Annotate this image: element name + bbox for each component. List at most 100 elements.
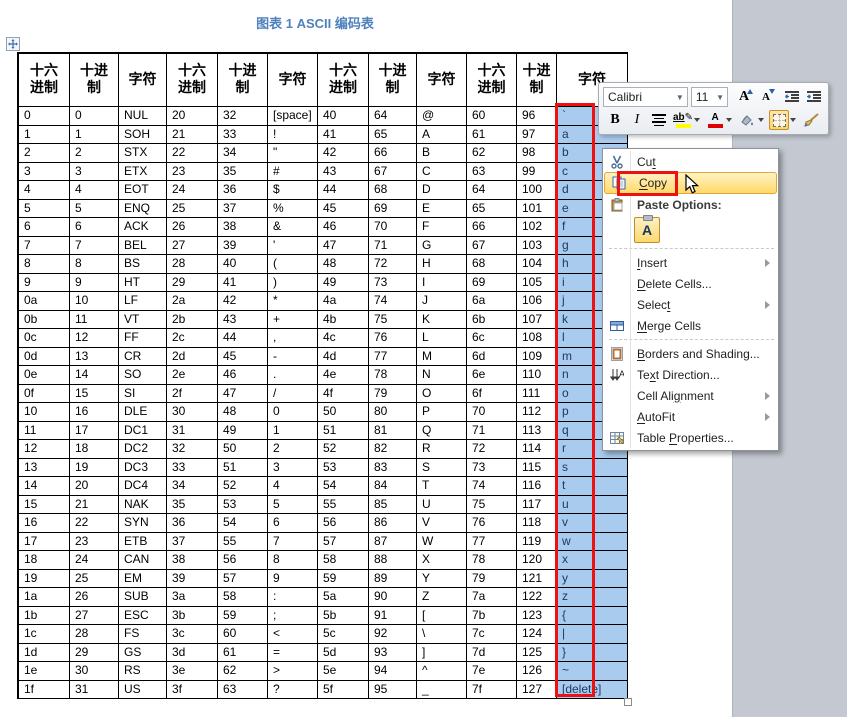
table-cell[interactable]: 76 xyxy=(467,514,517,533)
table-cell[interactable]: 58 xyxy=(218,588,268,607)
menu-item-select[interactable]: Select xyxy=(603,294,778,315)
table-cell[interactable]: 43 xyxy=(318,162,369,181)
table-cell[interactable]: 24 xyxy=(70,551,119,570)
table-cell[interactable]: * xyxy=(268,292,318,311)
table-cell[interactable]: 2f xyxy=(167,384,218,403)
table-cell[interactable]: 105 xyxy=(517,273,557,292)
table-cell[interactable]: 5 xyxy=(268,495,318,514)
table-cell[interactable]: 8 xyxy=(19,255,70,274)
menu-item-borders-and-shading[interactable]: Borders and Shading... xyxy=(603,343,778,364)
table-cell[interactable]: 12 xyxy=(70,329,119,348)
center-align-button[interactable] xyxy=(649,110,669,130)
table-cell[interactable]: 5a xyxy=(318,588,369,607)
table-cell[interactable]: 7c xyxy=(467,625,517,644)
table-cell[interactable]: 57 xyxy=(318,532,369,551)
table-cell[interactable]: Y xyxy=(417,569,467,588)
menu-item-cut[interactable]: Cut xyxy=(603,151,778,172)
table-cell[interactable]: 3 xyxy=(268,458,318,477)
table-cell[interactable]: 90 xyxy=(369,588,417,607)
table-cell[interactable]: 37 xyxy=(218,199,268,218)
table-cell[interactable]: J xyxy=(417,292,467,311)
table-cell[interactable]: 3a xyxy=(167,588,218,607)
table-cell[interactable]: 55 xyxy=(318,495,369,514)
table-resize-handle[interactable] xyxy=(624,698,632,706)
table-cell[interactable]: 96 xyxy=(517,107,557,126)
table-cell[interactable]: t xyxy=(557,477,628,496)
table-cell[interactable]: 36 xyxy=(167,514,218,533)
table-cell[interactable]: 74 xyxy=(467,477,517,496)
table-cell[interactable]: K xyxy=(417,310,467,329)
table-cell[interactable]: L xyxy=(417,329,467,348)
table-cell[interactable]: M xyxy=(417,347,467,366)
menu-item-autofit[interactable]: AutoFit xyxy=(603,406,778,427)
table-cell[interactable]: % xyxy=(268,199,318,218)
table-cell[interactable]: 98 xyxy=(517,144,557,163)
table-cell[interactable]: NAK xyxy=(119,495,167,514)
table-cell[interactable]: 36 xyxy=(218,181,268,200)
table-cell[interactable]: < xyxy=(268,625,318,644)
table-cell[interactable]: 6 xyxy=(70,218,119,237)
table-cell[interactable]: [delete] xyxy=(557,680,628,699)
table-cell[interactable]: 63 xyxy=(218,680,268,699)
table-cell[interactable]: 43 xyxy=(218,310,268,329)
table-header-cell[interactable]: 十进制 xyxy=(517,54,557,107)
table-cell[interactable]: 125 xyxy=(517,643,557,662)
table-cell[interactable]: ETX xyxy=(119,162,167,181)
table-cell[interactable]: 4 xyxy=(70,181,119,200)
table-cell[interactable]: # xyxy=(268,162,318,181)
table-cell[interactable]: 17 xyxy=(19,532,70,551)
table-header-cell[interactable]: 十进制 xyxy=(369,54,417,107)
table-cell[interactable]: 100 xyxy=(517,181,557,200)
table-cell[interactable]: G xyxy=(417,236,467,255)
table-cell[interactable]: 0e xyxy=(19,366,70,385)
table-cell[interactable]: 65 xyxy=(467,199,517,218)
table-cell[interactable]: A xyxy=(417,125,467,144)
table-cell[interactable]: DC4 xyxy=(119,477,167,496)
table-cell[interactable]: , xyxy=(268,329,318,348)
table-cell[interactable]: z xyxy=(557,588,628,607)
table-cell[interactable]: NUL xyxy=(119,107,167,126)
table-cell[interactable]: ( xyxy=(268,255,318,274)
table-cell[interactable]: 57 xyxy=(218,569,268,588)
table-cell[interactable]: 39 xyxy=(167,569,218,588)
table-cell[interactable]: 73 xyxy=(369,273,417,292)
table-cell[interactable]: 97 xyxy=(517,125,557,144)
table-cell[interactable]: FF xyxy=(119,329,167,348)
table-cell[interactable]: 14 xyxy=(19,477,70,496)
table-cell[interactable]: X xyxy=(417,551,467,570)
table-cell[interactable]: 6e xyxy=(467,366,517,385)
table-cell[interactable]: 65 xyxy=(369,125,417,144)
table-cell[interactable]: 0f xyxy=(19,384,70,403)
table-cell[interactable]: 40 xyxy=(218,255,268,274)
table-cell[interactable]: 34 xyxy=(218,144,268,163)
table-cell[interactable]: 0a xyxy=(19,292,70,311)
table-cell[interactable]: 34 xyxy=(167,477,218,496)
table-cell[interactable]: 99 xyxy=(517,162,557,181)
table-cell[interactable]: P xyxy=(417,403,467,422)
table-cell[interactable]: 64 xyxy=(467,181,517,200)
table-cell[interactable]: 14 xyxy=(70,366,119,385)
table-cell[interactable]: 59 xyxy=(218,606,268,625)
table-header-cell[interactable]: 十六 进制 xyxy=(167,54,218,107)
table-cell[interactable]: 4 xyxy=(268,477,318,496)
table-header-cell[interactable]: 字符 xyxy=(268,54,318,107)
table-cell[interactable]: 108 xyxy=(517,329,557,348)
table-cell[interactable]: 64 xyxy=(369,107,417,126)
table-cell[interactable]: 5c xyxy=(318,625,369,644)
table-cell[interactable]: 113 xyxy=(517,421,557,440)
table-cell[interactable]: 3d xyxy=(167,643,218,662)
table-cell[interactable]: 5f xyxy=(318,680,369,699)
table-cell[interactable]: EOT xyxy=(119,181,167,200)
table-cell[interactable]: 69 xyxy=(369,199,417,218)
table-cell[interactable]: 86 xyxy=(369,514,417,533)
table-header-cell[interactable]: 十进制 xyxy=(70,54,119,107)
table-cell[interactable]: 27 xyxy=(167,236,218,255)
table-cell[interactable]: 93 xyxy=(369,643,417,662)
table-cell[interactable]: 119 xyxy=(517,532,557,551)
table-cell[interactable]: 42 xyxy=(218,292,268,311)
table-cell[interactable]: 109 xyxy=(517,347,557,366)
table-cell[interactable]: 106 xyxy=(517,292,557,311)
table-cell[interactable]: 4e xyxy=(318,366,369,385)
table-cell[interactable]: 7f xyxy=(467,680,517,699)
table-cell[interactable]: 51 xyxy=(318,421,369,440)
